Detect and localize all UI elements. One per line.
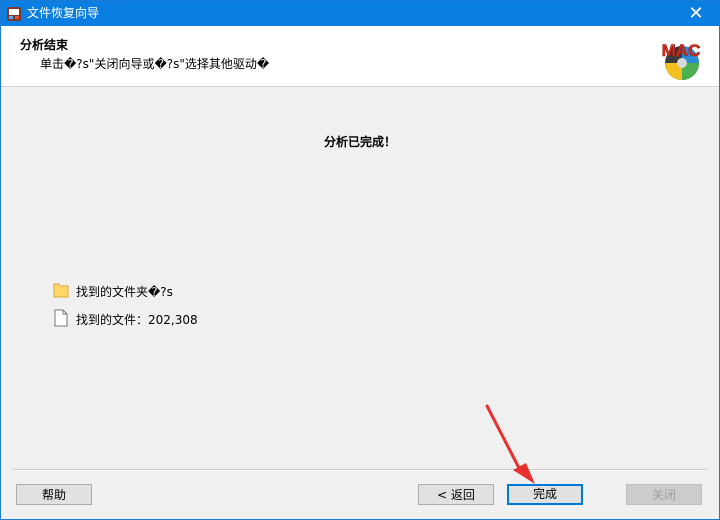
wizard-header: 分析结束 单击�?s"关闭向导或�?s"选择其他驱动� MAC: [1, 26, 719, 87]
wizard-app-icon: [7, 7, 21, 21]
page-subtitle: 单击�?s"关闭向导或�?s"选择其他驱动�: [40, 57, 270, 71]
wizard-window: 文件恢复向导 ✕ 分析结束 单击�?s"关闭向导或�?s"选择其他驱动� MAC…: [0, 0, 720, 520]
help-button[interactable]: 帮助: [16, 484, 92, 505]
footer-separator: [13, 469, 707, 471]
found-files-text: 找到的文件：202,308: [76, 313, 198, 327]
folder-icon: [53, 283, 69, 298]
analysis-complete-message: 分析已完成！: [323, 135, 396, 149]
close-icon: ✕: [688, 3, 704, 24]
found-folders-text: 找到的文件夹�?s: [76, 285, 173, 299]
file-icon: [54, 309, 68, 327]
close-button[interactable]: 关闭: [626, 484, 702, 505]
svg-text:MAC: MAC: [662, 41, 701, 60]
close-window-button[interactable]: ✕: [673, 1, 719, 26]
title-bar[interactable]: 文件恢复向导 ✕: [1, 1, 719, 26]
mac-drive-logo: MAC: [661, 41, 701, 80]
finish-button[interactable]: 完成: [507, 484, 583, 505]
back-button[interactable]: < 返回: [418, 484, 494, 505]
page-title: 分析结束: [20, 38, 69, 52]
window-title: 文件恢复向导: [27, 6, 100, 20]
